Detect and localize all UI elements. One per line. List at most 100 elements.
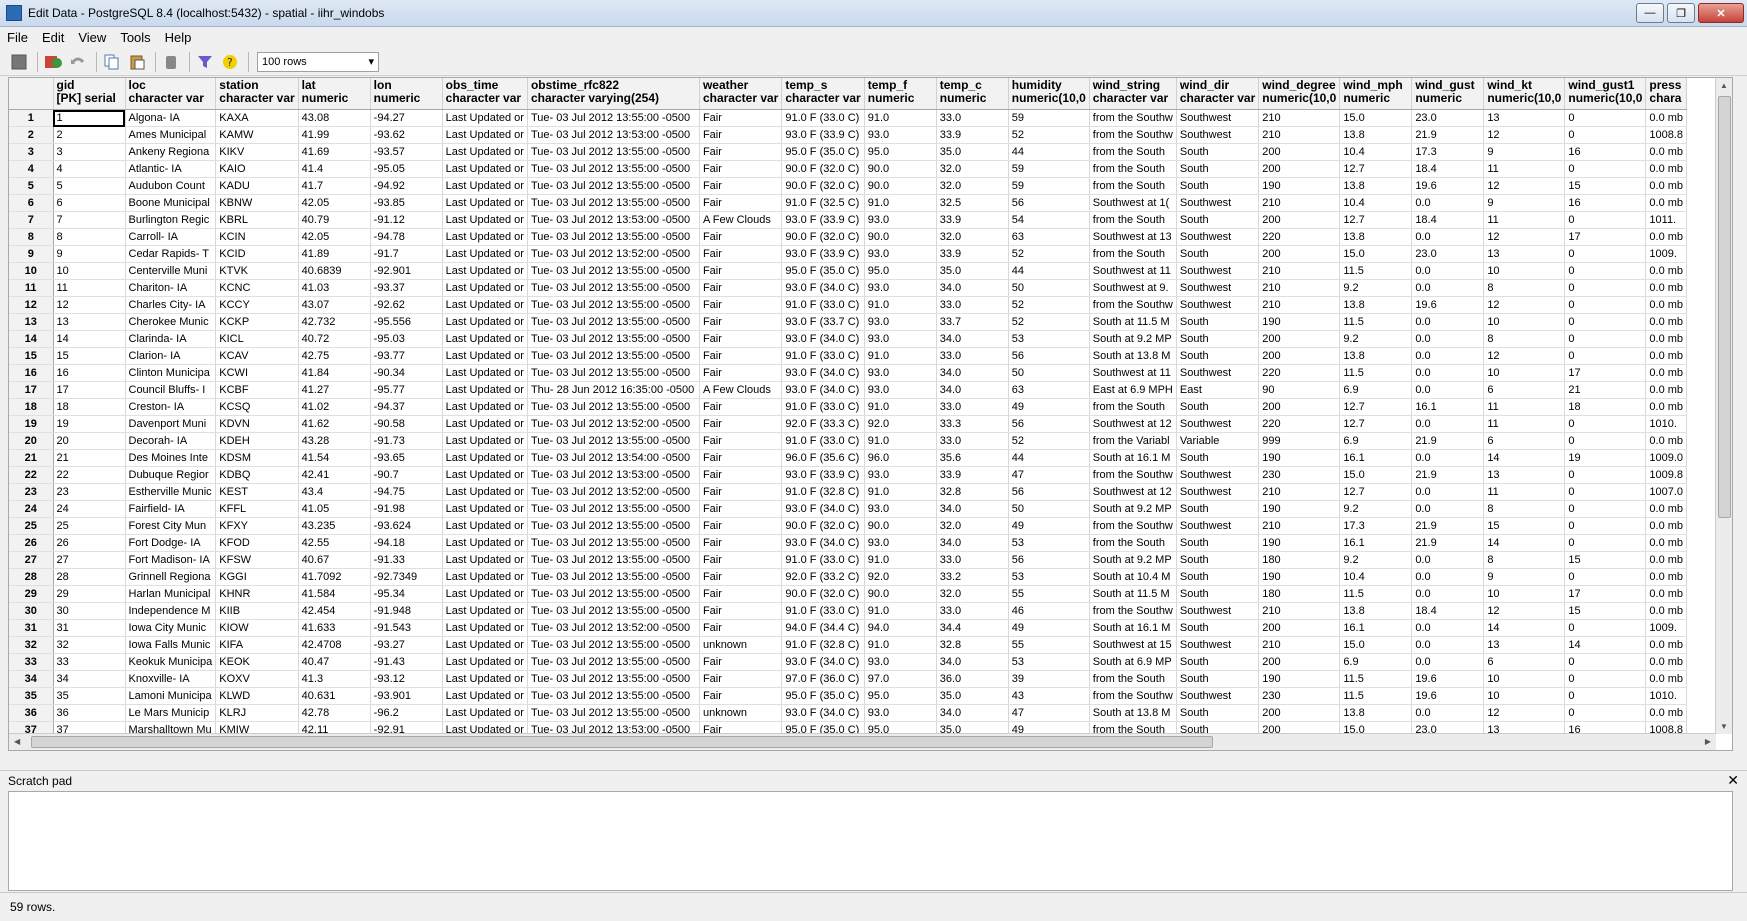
cell-humidity[interactable]: 63: [1008, 381, 1090, 399]
cell-weather[interactable]: Fair: [699, 432, 783, 450]
cell-wind_kt[interactable]: 10: [1483, 364, 1566, 382]
cell-loc[interactable]: Keokuk Municipa: [125, 653, 217, 671]
cell-wind_kt[interactable]: 12: [1483, 126, 1566, 144]
cell-lon[interactable]: -95.05: [370, 160, 443, 178]
cell-wind_dir[interactable]: South: [1176, 619, 1260, 637]
cell-station[interactable]: KIIB: [215, 602, 299, 620]
cell-wind_gust1[interactable]: 0: [1564, 568, 1647, 586]
cell-wind_kt[interactable]: 12: [1483, 177, 1566, 195]
cell-press[interactable]: 1009.: [1645, 245, 1688, 263]
cell-obs_time[interactable]: Last Updated or: [442, 432, 528, 450]
cell-gid[interactable]: 2: [53, 126, 126, 144]
cell-lon[interactable]: -93.85: [370, 194, 443, 212]
cell-gid[interactable]: 9: [53, 245, 126, 263]
cell-obs_time[interactable]: Last Updated or: [442, 415, 528, 433]
cell-wind_degree[interactable]: 210: [1258, 126, 1341, 144]
row-number[interactable]: 25: [9, 517, 54, 535]
cell-temp_s[interactable]: 91.0 F (33.0 C): [781, 109, 865, 127]
save-button[interactable]: [8, 51, 30, 73]
cell-press[interactable]: 0.0 mb: [1645, 279, 1688, 297]
cell-press[interactable]: 0.0 mb: [1645, 517, 1688, 535]
cell-wind_degree[interactable]: 220: [1258, 415, 1341, 433]
row-number[interactable]: 20: [9, 432, 54, 450]
cell-loc[interactable]: Algona- IA: [125, 109, 217, 127]
cell-wind_mph[interactable]: 12.7: [1339, 398, 1413, 416]
cell-weather[interactable]: Fair: [699, 500, 783, 518]
cell-gid[interactable]: 30: [53, 602, 126, 620]
cell-wind_gust[interactable]: 0.0: [1411, 568, 1485, 586]
cell-wind_mph[interactable]: 13.8: [1339, 126, 1413, 144]
cell-temp_c[interactable]: 34.0: [936, 534, 1009, 552]
cell-weather[interactable]: Fair: [699, 602, 783, 620]
cell-wind_string[interactable]: from the Southw: [1089, 517, 1177, 535]
row-number[interactable]: 11: [9, 279, 54, 297]
cell-temp_c[interactable]: 32.5: [936, 194, 1009, 212]
horizontal-scrollbar[interactable]: ◀ ▶: [9, 733, 1716, 750]
cell-wind_dir[interactable]: Southwest: [1176, 126, 1260, 144]
cell-wind_gust1[interactable]: 0: [1564, 415, 1647, 433]
cell-wind_mph[interactable]: 17.3: [1339, 517, 1413, 535]
cell-station[interactable]: KCIN: [215, 228, 299, 246]
cell-loc[interactable]: Knoxville- IA: [125, 670, 217, 688]
cell-wind_kt[interactable]: 13: [1483, 245, 1566, 263]
cell-station[interactable]: KCCY: [215, 296, 299, 314]
cell-obs_time[interactable]: Last Updated or: [442, 585, 528, 603]
cell-weather[interactable]: Fair: [699, 126, 783, 144]
cell-wind_gust1[interactable]: 17: [1564, 364, 1647, 382]
cell-wind_mph[interactable]: 10.4: [1339, 568, 1413, 586]
cell-loc[interactable]: Clarinda- IA: [125, 330, 217, 348]
cell-wind_kt[interactable]: 10: [1483, 262, 1566, 280]
cell-gid[interactable]: 24: [53, 500, 126, 518]
column-header-lon[interactable]: lon numeric: [370, 78, 443, 110]
cell-gid[interactable]: 27: [53, 551, 126, 569]
cell-wind_mph[interactable]: 10.4: [1339, 194, 1413, 212]
cell-obstime_rfc822[interactable]: Tue- 03 Jul 2012 13:55:00 -0500: [527, 313, 700, 331]
cell-humidity[interactable]: 53: [1008, 534, 1090, 552]
cell-temp_c[interactable]: 35.0: [936, 262, 1009, 280]
table-row[interactable]: 25 25 Forest City Mun KFXY 43.235 -93.624 Last…: [9, 517, 1688, 535]
cell-lat[interactable]: 40.47: [298, 653, 371, 671]
cell-lat[interactable]: 41.89: [298, 245, 371, 263]
cell-temp_s[interactable]: 93.0 F (33.9 C): [781, 245, 865, 263]
cell-obs_time[interactable]: Last Updated or: [442, 279, 528, 297]
cell-temp_s[interactable]: 90.0 F (32.0 C): [781, 177, 865, 195]
cell-press[interactable]: 0.0 mb: [1645, 143, 1688, 161]
cell-station[interactable]: KHNR: [215, 585, 299, 603]
cell-obs_time[interactable]: Last Updated or: [442, 449, 528, 467]
cell-lon[interactable]: -93.37: [370, 279, 443, 297]
table-row[interactable]: 11 11 Chariton- IA KCNC 41.03 -93.37 Last Upda…: [9, 279, 1688, 297]
cell-wind_gust1[interactable]: 0: [1564, 466, 1647, 484]
cell-temp_f[interactable]: 93.0: [864, 279, 937, 297]
cell-lon[interactable]: -96.2: [370, 704, 443, 722]
table-row[interactable]: 34 34 Knoxville- IA KOXV 41.3 -93.12 Last Upda…: [9, 670, 1688, 688]
row-number[interactable]: 14: [9, 330, 54, 348]
row-number[interactable]: 21: [9, 449, 54, 467]
cell-wind_degree[interactable]: 200: [1258, 245, 1341, 263]
cell-obstime_rfc822[interactable]: Tue- 03 Jul 2012 13:55:00 -0500: [527, 687, 700, 705]
cell-obstime_rfc822[interactable]: Tue- 03 Jul 2012 13:52:00 -0500: [527, 245, 700, 263]
cell-wind_gust[interactable]: 21.9: [1411, 466, 1485, 484]
cell-wind_kt[interactable]: 14: [1483, 619, 1566, 637]
cell-gid[interactable]: 13: [53, 313, 126, 331]
cell-wind_gust1[interactable]: 0: [1564, 126, 1647, 144]
cell-wind_degree[interactable]: 200: [1258, 704, 1341, 722]
menu-edit[interactable]: Edit: [35, 30, 71, 45]
cell-wind_string[interactable]: from the South: [1089, 143, 1177, 161]
cell-obs_time[interactable]: Last Updated or: [442, 211, 528, 229]
cell-lon[interactable]: -94.75: [370, 483, 443, 501]
cell-temp_f[interactable]: 92.0: [864, 415, 937, 433]
cell-wind_mph[interactable]: 6.9: [1339, 432, 1413, 450]
cell-wind_gust[interactable]: 0.0: [1411, 347, 1485, 365]
cell-temp_c[interactable]: 33.9: [936, 245, 1009, 263]
cell-gid[interactable]: 33: [53, 653, 126, 671]
help-button[interactable]: ?: [219, 51, 241, 73]
cell-wind_gust1[interactable]: 0: [1564, 670, 1647, 688]
cell-press[interactable]: 0.0 mb: [1645, 364, 1688, 382]
cell-lon[interactable]: -93.12: [370, 670, 443, 688]
cell-gid[interactable]: 18: [53, 398, 126, 416]
row-number[interactable]: 19: [9, 415, 54, 433]
cell-station[interactable]: KCBF: [215, 381, 299, 399]
row-number[interactable]: 1: [9, 109, 54, 127]
paste-button[interactable]: [126, 51, 148, 73]
cell-temp_s[interactable]: 91.0 F (32.8 C): [781, 636, 865, 654]
